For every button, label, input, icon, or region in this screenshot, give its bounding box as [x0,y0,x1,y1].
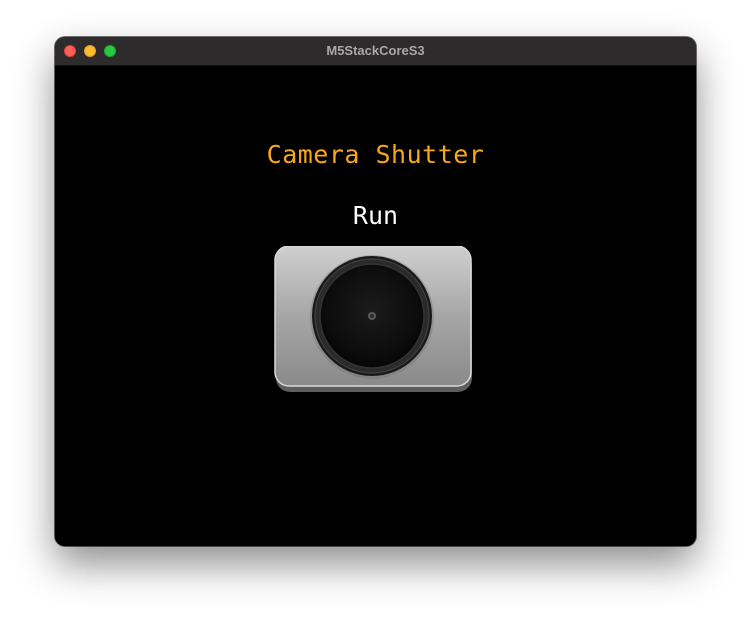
app-title: Camera Shutter [266,140,485,169]
shutter-button[interactable] [274,245,474,394]
app-window: M5StackCoreS3 Camera Shutter Run [55,37,696,546]
camera-shutter-icon [274,245,472,392]
device-screen: Camera Shutter Run [55,66,696,546]
status-text: Run [352,201,399,230]
window-title: M5StackCoreS3 [326,43,425,58]
title-bar[interactable]: M5StackCoreS3 [55,37,696,66]
